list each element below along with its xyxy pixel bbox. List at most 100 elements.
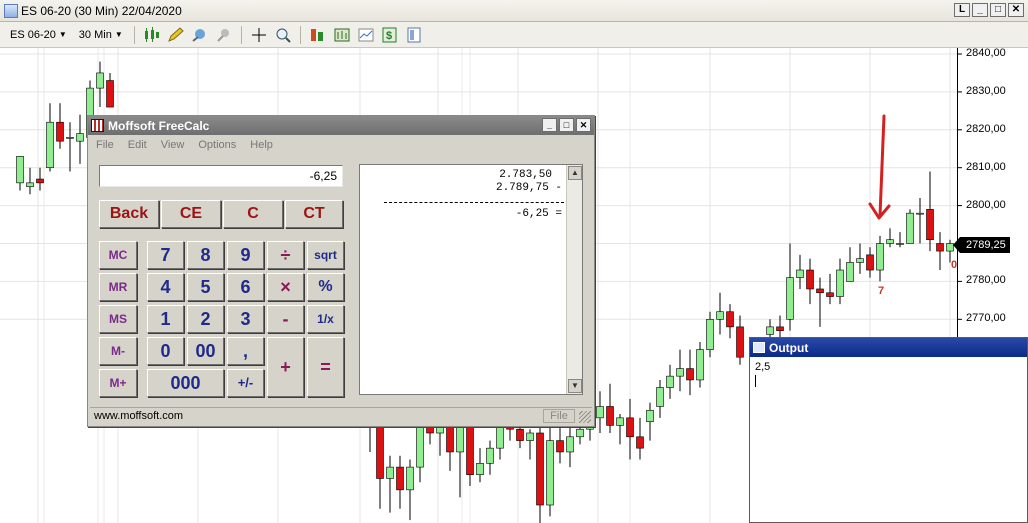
digit-4-button[interactable]: 4 [147, 273, 184, 301]
reciprocal-button[interactable]: 1/x [307, 305, 344, 333]
interval-selector[interactable]: 30 Min ▼ [75, 25, 127, 45]
calc-close-button[interactable]: ✕ [576, 118, 591, 132]
sqrt-button[interactable]: sqrt [307, 241, 344, 269]
menu-options[interactable]: Options [198, 139, 236, 151]
candle-body [646, 409, 654, 422]
instrument-label: ES 06-20 [10, 28, 56, 41]
menu-edit[interactable]: Edit [128, 139, 147, 151]
output-titlebar[interactable]: Output [750, 338, 1027, 357]
toolbar-divider [133, 25, 135, 44]
digit-2-button[interactable]: 2 [187, 305, 224, 333]
bar-counter-label: 7 [878, 285, 885, 297]
interval-label: 30 Min [78, 28, 112, 41]
candle-body [656, 387, 664, 407]
clear-button[interactable]: C [223, 200, 283, 228]
memory-clear-button[interactable]: MC [99, 241, 137, 269]
data-box-icon[interactable] [332, 25, 352, 45]
menu-help[interactable]: Help [250, 139, 273, 151]
calc-minimize-button[interactable]: _ [542, 118, 557, 132]
status-file-button[interactable]: File [543, 409, 575, 423]
text-cursor [755, 375, 756, 387]
scroll-down-icon[interactable]: ▼ [568, 379, 582, 393]
candle-body [666, 375, 674, 388]
indicator-add-icon[interactable] [190, 25, 210, 45]
instrument-selector[interactable]: ES 06-20 ▼ [6, 25, 71, 45]
candle-body [466, 425, 474, 475]
output-text[interactable]: 2,5 [755, 361, 770, 373]
last-price-marker: 2789,25 [953, 237, 1010, 253]
calc-titlebar[interactable]: Moffsoft FreeCalc _ □ ✕ [88, 116, 594, 135]
digit-7-button[interactable]: 7 [147, 241, 184, 269]
digit-00-button[interactable]: 00 [187, 337, 224, 365]
subtract-button[interactable]: - [267, 305, 304, 333]
calc-statusbar: www.moffsoft.com File [90, 407, 592, 424]
digit-9-button[interactable]: 9 [227, 241, 264, 269]
menu-view[interactable]: View [161, 139, 185, 151]
tape-content: 2.783,50 2.789,75 - -6,25 = [360, 165, 566, 394]
digit-8-button[interactable]: 8 [187, 241, 224, 269]
multiply-button[interactable]: × [267, 273, 304, 301]
tape-scrollbar[interactable]: ▲ ▼ [566, 165, 582, 394]
candle-body [736, 326, 744, 358]
candle-body [396, 466, 404, 491]
digit-6-button[interactable]: 6 [227, 273, 264, 301]
freecalc-window: Moffsoft FreeCalc _ □ ✕ File Edit View O… [87, 115, 595, 427]
add-button[interactable]: + [267, 337, 304, 397]
decimal-comma-button[interactable]: , [227, 337, 264, 365]
divide-button[interactable]: ÷ [267, 241, 304, 269]
candle-body [16, 156, 24, 184]
digit-5-button[interactable]: 5 [187, 273, 224, 301]
chart-titlebar[interactable]: ES 06-20 (30 Min) 22/04/2020 L _ □ ✕ [0, 0, 1028, 22]
candle-body [716, 311, 724, 320]
back-button[interactable]: Back [99, 200, 159, 228]
candle-body [536, 432, 544, 506]
chart-style-icon[interactable] [142, 25, 162, 45]
memory-store-button[interactable]: MS [99, 305, 137, 333]
negate-button[interactable]: +/- [227, 369, 264, 397]
memory-add-button[interactable]: M+ [99, 369, 137, 397]
template-icon[interactable] [404, 25, 424, 45]
chart-properties-icon[interactable] [356, 25, 376, 45]
resize-grip-icon[interactable] [579, 411, 591, 423]
candle-body [886, 239, 894, 244]
candle-body [836, 269, 844, 297]
calc-tape[interactable]: 2.783,50 2.789,75 - -6,25 = ▲ ▼ [359, 164, 583, 395]
scroll-up-icon[interactable]: ▲ [568, 166, 582, 180]
memory-subtract-button[interactable]: M- [99, 337, 137, 365]
calc-title: Moffsoft FreeCalc [108, 118, 210, 133]
candle-body [856, 258, 864, 263]
price-tick-label: 2780,00 [966, 274, 1006, 287]
zoom-icon[interactable] [273, 25, 293, 45]
candle-body [906, 212, 914, 244]
price-tick-label: 2800,00 [966, 198, 1006, 211]
clear-tape-button[interactable]: CT [285, 200, 343, 228]
memory-recall-button[interactable]: MR [99, 273, 137, 301]
candle-body [896, 243, 904, 245]
clear-entry-button[interactable]: CE [161, 200, 221, 228]
link-button[interactable]: L [954, 3, 970, 17]
crosshair-icon[interactable] [249, 25, 269, 45]
candle-body [876, 243, 884, 271]
drawing-pencil-icon[interactable] [166, 25, 186, 45]
digit-000-button[interactable]: 000 [147, 369, 224, 397]
candle-body [36, 178, 44, 184]
candle-body [686, 368, 694, 381]
calc-maximize-button[interactable]: □ [559, 118, 574, 132]
dollar-icon[interactable]: $ [380, 25, 400, 45]
calc-display[interactable]: -6,25 [99, 165, 343, 187]
candle-body [816, 288, 824, 294]
percent-button[interactable]: % [307, 273, 344, 301]
equals-button[interactable]: = [307, 337, 344, 397]
minimize-button[interactable]: _ [972, 3, 988, 17]
maximize-button[interactable]: □ [990, 3, 1006, 17]
candle-body [66, 137, 74, 139]
bars-style-icon[interactable] [308, 25, 328, 45]
close-button[interactable]: ✕ [1008, 3, 1024, 17]
calc-menubar: File Edit View Options Help [88, 135, 594, 155]
candle-body [596, 406, 604, 419]
digit-0-button[interactable]: 0 [147, 337, 184, 365]
digit-3-button[interactable]: 3 [227, 305, 264, 333]
menu-file[interactable]: File [96, 139, 114, 151]
strategy-icon[interactable] [214, 25, 234, 45]
digit-1-button[interactable]: 1 [147, 305, 184, 333]
